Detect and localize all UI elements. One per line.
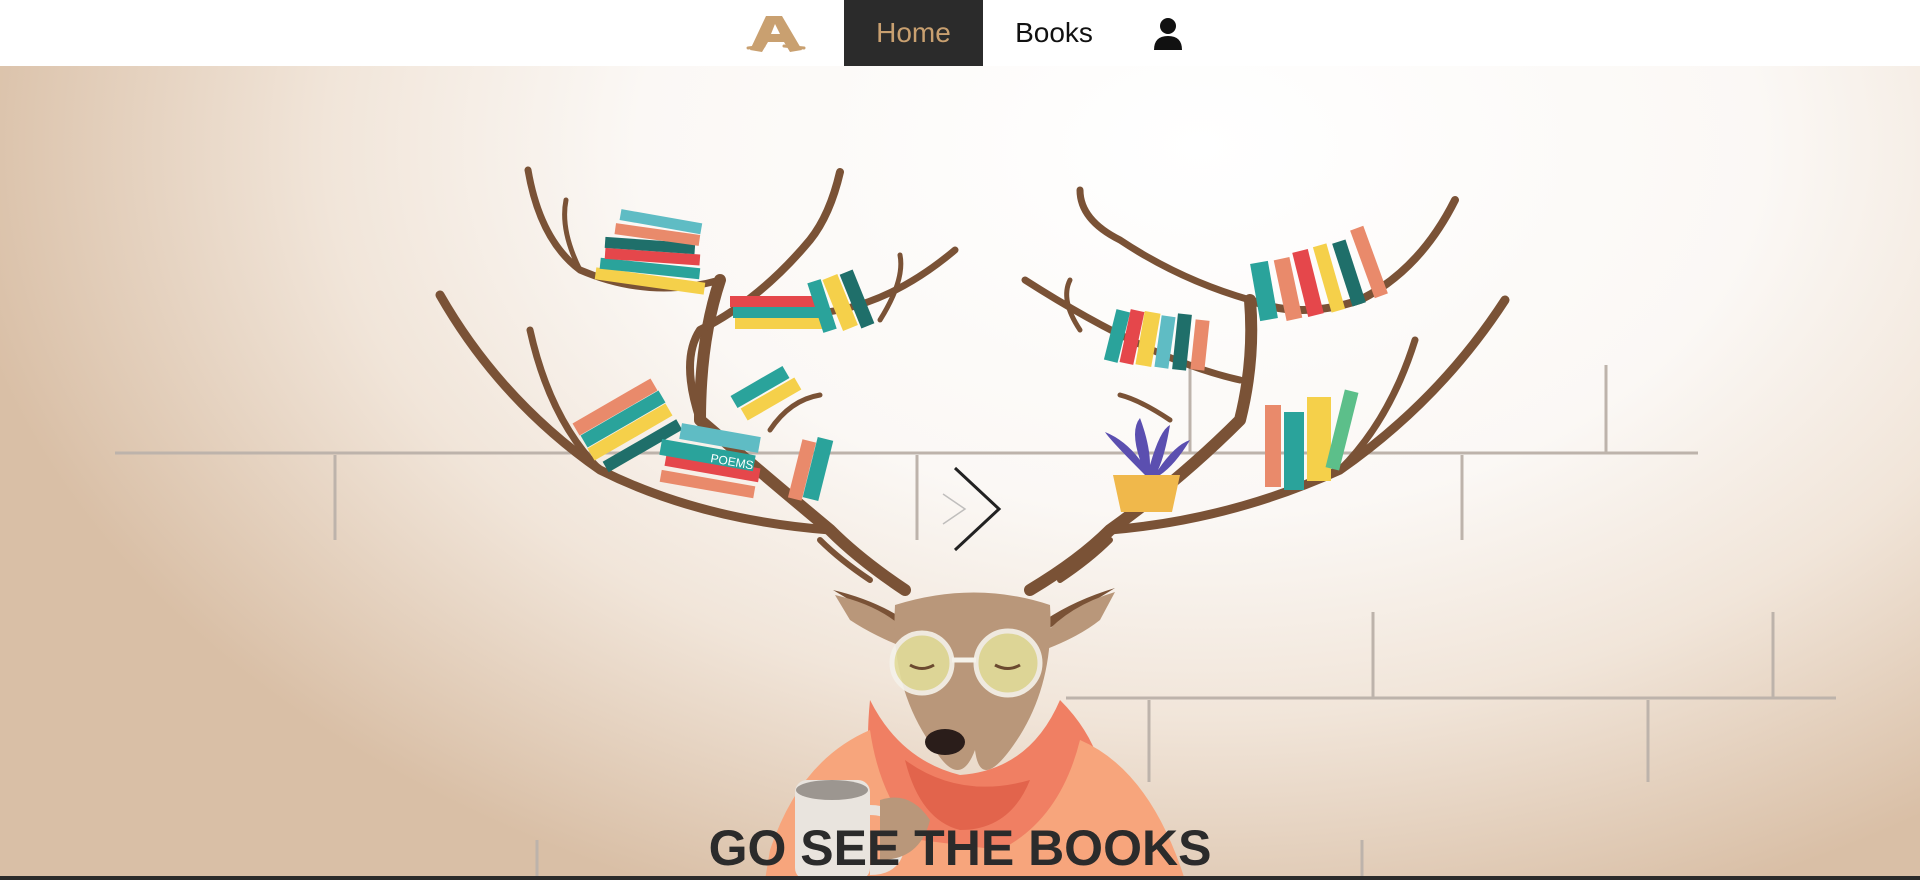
nav-books-link[interactable]: Books <box>998 0 1110 66</box>
nav-home-link[interactable]: Home <box>844 0 983 66</box>
hero-banner: POEMS GO SEE THE BOOKS <box>0 66 1920 880</box>
hero-headline: GO SEE THE BOOKS <box>708 820 1212 876</box>
section-divider <box>0 876 1920 880</box>
bookstore-logo-icon[interactable] <box>744 10 808 56</box>
chevron-right-icon[interactable] <box>935 464 1005 554</box>
user-icon[interactable] <box>1148 14 1188 54</box>
page: Home Books POEMS GO SEE THE BOOKS <box>0 0 1920 880</box>
top-navbar: Home Books <box>0 0 1920 66</box>
